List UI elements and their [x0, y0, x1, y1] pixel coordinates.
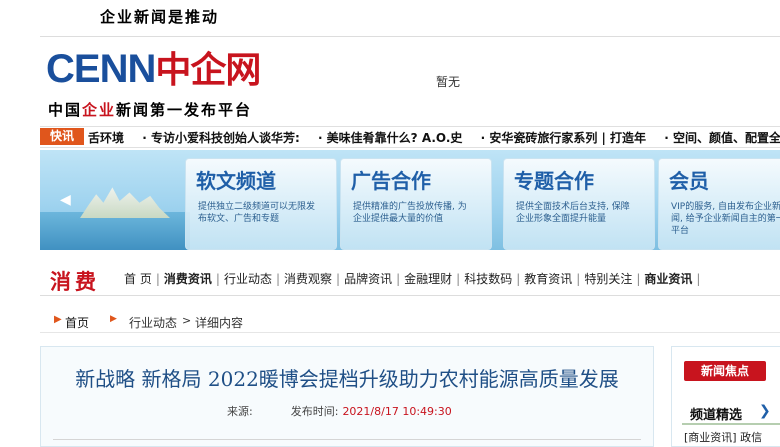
source-label: 来源: [227, 405, 253, 418]
header-ad-placeholder: 暂无 [436, 75, 461, 89]
banner-prev-arrow-icon[interactable]: ◀ [60, 192, 71, 208]
news-ticker: 快讯 舌环境 · 专访小爱科技创始人谈华芳: · 美味佳肴靠什么? A.O.史 … [40, 126, 780, 148]
panel-desc: VIP的服务, 自由发布企业新闻, 给予企业新闻自主的第一平台 [671, 202, 780, 236]
ticker-item[interactable]: · 专访小爱科技创始人谈华芳: [142, 131, 300, 145]
panel-desc: 提供全面技术后台支持, 保障企业形象全面提升能量 [516, 202, 630, 224]
right-sidebar: 新闻焦点 频道精选 ❯ [商业资讯] 政信 [671, 346, 780, 447]
channel-item[interactable]: [商业资讯] 政信 [684, 429, 762, 445]
panel-title: 会员 [669, 169, 709, 193]
breadcrumb-arrow-icon: ▶ [54, 314, 62, 325]
tagline-part-1: 中国 [48, 101, 83, 119]
article-meta: 来源: 发布时间: 2021/8/17 10:49:30 [227, 403, 452, 419]
nav-link-education[interactable]: 教育资讯 [520, 272, 576, 286]
breadcrumb-separator-icon: > [182, 314, 192, 327]
nav-links: 首 页 | 消费资讯 | 行业动态 | 消费观察 | 品牌资讯 | 金融理财 | 科技数码 | 教育资讯 | 特… [120, 270, 700, 287]
nav-link-finance[interactable]: 金融理财 [400, 272, 456, 286]
banner-city-image [80, 187, 170, 218]
panel-title: 广告合作 [351, 169, 431, 193]
nav-link-tech[interactable]: 科技数码 [460, 272, 516, 286]
ticker-label: 快讯 [40, 128, 84, 145]
nav-link-brand[interactable]: 品牌资讯 [340, 272, 396, 286]
breadcrumb-home[interactable]: 首页 [65, 314, 89, 331]
channel-picks-title: 频道精选 [690, 408, 743, 423]
ticker-items: 舌环境 · 专访小爱科技创始人谈华芳: · 美味佳肴靠什么? A.O.史 · 安… [88, 129, 780, 146]
article-divider [53, 439, 641, 440]
publish-time: 2021/8/17 10:49:30 [342, 405, 452, 418]
logo-wordmark: CENN中企网 [46, 47, 261, 91]
nav-link-consumer-watch[interactable]: 消费观察 [280, 272, 336, 286]
channel-divider [682, 423, 780, 425]
breadcrumb-separator-icon: ▶ [110, 314, 117, 324]
promo-banner: ◀ 软文频道 提供独立二级频道可以无限发布软文、广告和专题 广告合作 提供精准的… [40, 150, 780, 250]
ticker-item[interactable]: · 美味佳肴靠什么? A.O.史 [318, 131, 462, 145]
banner-panel-topic[interactable]: 专题合作 提供全面技术后台支持, 保障企业形象全面提升能量 [503, 158, 655, 250]
cenn-logo[interactable]: CENN中企网 中国企业新闻第一发布平台 [46, 49, 284, 119]
ticker-item[interactable]: · 空间、颜值、配置全要 [664, 131, 780, 145]
banner-panel-ad[interactable]: 广告合作 提供精准的广告投放传播, 为企业提供最大量的价值 [340, 158, 492, 250]
breadcrumb-category[interactable]: 行业动态 [129, 314, 177, 331]
site-header: CENN中企网 中国企业新闻第一发布平台 暂无 [40, 36, 780, 121]
nav-link-industry[interactable]: 行业动态 [220, 272, 276, 286]
nav-link-consumer-news[interactable]: 消费资讯 [160, 272, 216, 286]
publish-label: 发布时间: [290, 405, 339, 418]
tagline-part-3: 新闻第一发布平台 [116, 101, 253, 119]
banner-panel-member[interactable]: 会员 VIP的服务, 自由发布企业新闻, 给予企业新闻自主的第一平台 [658, 158, 780, 250]
panel-desc: 提供精准的广告投放传播, 为企业提供最大量的价值 [353, 202, 467, 224]
channel-more-arrow-icon[interactable]: ❯ [759, 403, 771, 419]
article-header: 新战略 新格局 2022暖博会提档升级助力农村能源高质量发展 来源: 发布时间: 2… [40, 346, 654, 447]
breadcrumb: ▶ 首页 ▶ 行业动态 > 详细内容 [40, 310, 780, 333]
panel-desc: 提供独立二级频道可以无限发布软文、广告和专题 [198, 202, 316, 224]
ticker-item[interactable]: · 安华瓷砖旅行家系列 | 打造年 [481, 131, 646, 145]
logo-tagline: 中国企业新闻第一发布平台 [48, 99, 252, 120]
news-focus-tab[interactable]: 新闻焦点 [684, 361, 766, 381]
nav-link-special[interactable]: 特别关注 [580, 272, 636, 286]
nav-divider [40, 295, 780, 296]
banner-panel-soft-article[interactable]: 软文频道 提供独立二级频道可以无限发布软文、广告和专题 [185, 158, 337, 250]
article-title: 新战略 新格局 2022暖博会提档升级助力农村能源高质量发展 [75, 367, 619, 391]
logo-latin-text: CENN [46, 47, 156, 91]
ticker-item[interactable]: 舌环境 [88, 131, 124, 145]
logo-chinese-text: 中企网 [155, 50, 261, 91]
breadcrumb-detail: 详细内容 [195, 316, 244, 330]
nav-link-business[interactable]: 商业资讯 [640, 272, 696, 286]
nav-category-title: 消费 [50, 270, 100, 294]
top-slogan: 企业新闻是推动 [100, 8, 220, 26]
panel-title: 专题合作 [514, 169, 594, 193]
panel-title: 软文频道 [196, 169, 276, 193]
main-nav: 消费 首 页 | 消费资讯 | 行业动态 | 消费观察 | 品牌资讯 | 金融理财 | 科技数码 | 教育资… [40, 262, 780, 296]
tagline-part-2: 企业 [82, 101, 117, 119]
nav-link-home[interactable]: 首 页 [120, 272, 156, 286]
